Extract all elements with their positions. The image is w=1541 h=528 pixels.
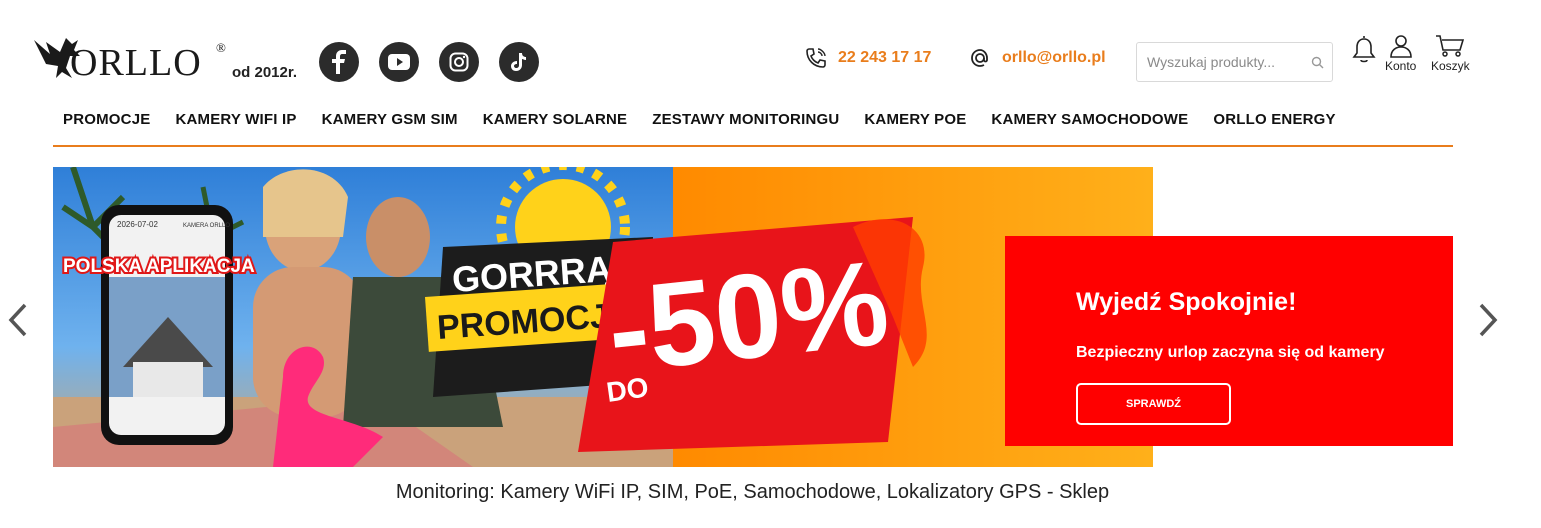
email-address: orllo@orllo.pl — [1002, 49, 1106, 66]
phone-date-text: 2026-07-02 — [117, 220, 158, 229]
chevron-left-icon — [8, 303, 27, 337]
nav-item-kamery-gsm-sim[interactable]: KAMERY GSM SIM — [322, 104, 458, 128]
tiktok-icon — [511, 53, 526, 71]
slider-prev-button[interactable] — [3, 298, 33, 342]
phone-camera-text: KAMERA ORLLO — [183, 223, 230, 229]
chevron-right-icon — [1479, 303, 1498, 337]
phone-contact[interactable]: 22 243 17 17 — [804, 46, 931, 70]
youtube-icon — [388, 54, 410, 70]
account-label: Konto — [1385, 59, 1417, 73]
nav-item-orllo-energy[interactable]: ORLLO ENERGY — [1213, 104, 1335, 128]
account-button[interactable]: Konto — [1385, 34, 1416, 73]
instagram-link[interactable] — [439, 42, 479, 82]
promo-subtitle: Bezpieczny urlop zaczyna się od kamery — [1076, 344, 1385, 361]
user-icon — [1389, 35, 1412, 58]
promo-title: Wyjedź Spokojnie! — [1076, 288, 1297, 316]
search-box[interactable] — [1136, 42, 1333, 82]
page-heading: Monitoring: Kamery WiFi IP, SIM, PoE, Sa… — [395, 481, 1110, 503]
phone-icon — [806, 48, 826, 68]
brand-name: ORLLO — [70, 42, 202, 84]
nav-item-kamery-poe[interactable]: KAMERY POE — [864, 104, 966, 128]
slider-next-button[interactable] — [1473, 298, 1503, 342]
instagram-icon — [449, 52, 469, 72]
email-contact[interactable]: orllo@orllo.pl — [968, 46, 1106, 70]
main-navigation: PROMOCJE KAMERY WIFI IP KAMERY GSM SIM K… — [53, 104, 1453, 147]
cart-label: Koszyk — [1431, 59, 1470, 73]
banner-app-label: POLSKA APLIKACJA — [63, 256, 255, 277]
nav-item-kamery-samochodowe[interactable]: KAMERY SAMOCHODOWE — [991, 104, 1188, 128]
facebook-link[interactable] — [319, 42, 359, 82]
tiktok-link[interactable] — [499, 42, 539, 82]
nav-item-promocje[interactable]: PROMOCJE — [63, 104, 150, 128]
brand-since: od 2012r. — [232, 64, 298, 81]
promo-banner-image[interactable]: 2026-07-02 KAMERA ORLLO POLSKA APLIKACJA… — [53, 167, 1153, 467]
nav-item-zestawy-monitoringu[interactable]: ZESTAWY MONITORINGU — [652, 104, 839, 128]
cart-icon — [1436, 35, 1465, 57]
cart-button[interactable]: Koszyk — [1431, 34, 1470, 73]
at-sign-icon — [971, 49, 988, 67]
promo-check-button[interactable]: SPRAWDŹ — [1076, 383, 1231, 425]
youtube-link[interactable] — [379, 42, 419, 82]
notifications-button[interactable] — [1351, 36, 1377, 64]
registered-mark: ® — [216, 40, 226, 55]
nav-item-kamery-solarne[interactable]: KAMERY SOLARNE — [483, 104, 627, 128]
bell-icon — [1352, 36, 1376, 63]
brand-logo[interactable]: ORLLO ® — [32, 34, 232, 84]
facebook-icon — [332, 50, 346, 74]
nav-item-kamery-wifi-ip[interactable]: KAMERY WIFI IP — [175, 104, 296, 128]
phone-number: 22 243 17 17 — [838, 49, 932, 66]
search-input[interactable] — [1147, 54, 1307, 70]
promo-box: Wyjedź Spokojnie! Bezpieczny urlop zaczy… — [1005, 236, 1453, 446]
banner-artwork: 2026-07-02 KAMERA ORLLO POLSKA APLIKACJA… — [53, 167, 1153, 467]
search-icon[interactable] — [1311, 56, 1324, 69]
